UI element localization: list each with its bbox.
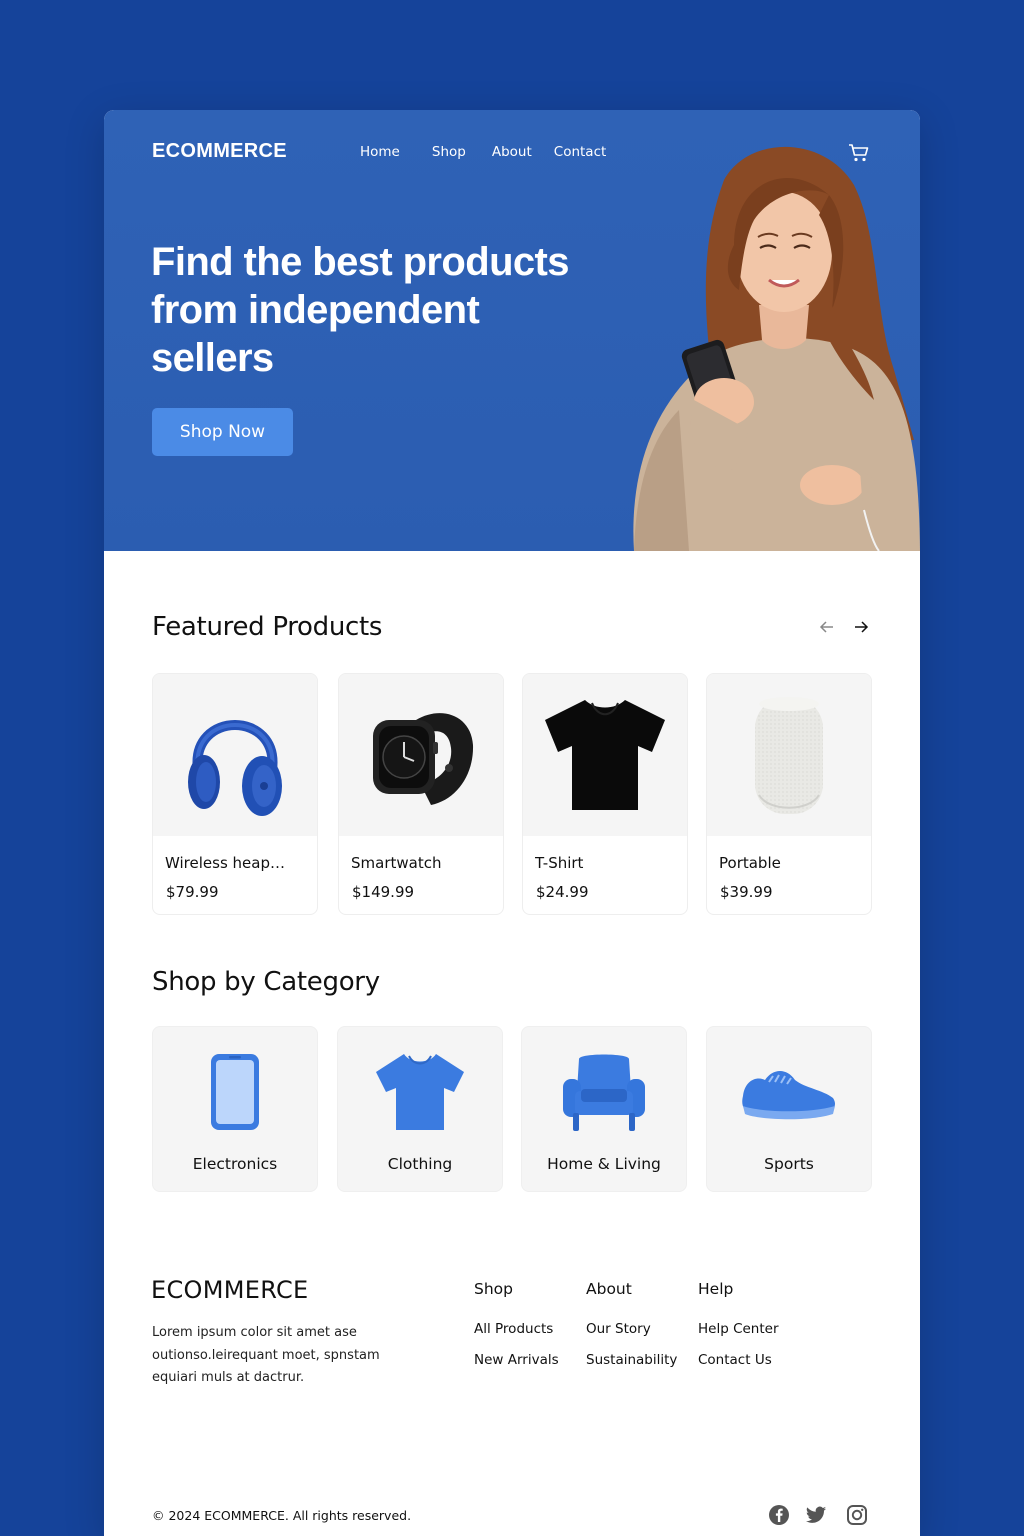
product-price: $24.99 [536, 883, 589, 901]
category-list: Electronics Clothing Home & Living Sport… [152, 1026, 872, 1192]
hero-section: ECOMMERCE Home Shop About Contact Find t… [104, 110, 920, 551]
arrow-left-icon[interactable] [818, 618, 836, 636]
product-thumbnail [523, 674, 687, 836]
footer-link-contact-us[interactable]: Contact Us [698, 1352, 779, 1368]
carousel-arrows [818, 618, 870, 636]
product-card[interactable]: Wireless heapho... $79.99 [152, 673, 318, 915]
arrow-right-icon[interactable] [852, 618, 870, 636]
sneaker-icon [707, 1047, 871, 1137]
footer-column-help: Help Help Center Contact Us [698, 1280, 779, 1383]
footer-description: Lorem ipsum color sit amet ase outionso.… [152, 1325, 380, 1385]
product-thumbnail [153, 674, 317, 836]
footer-column-shop: Shop All Products New Arrivals [474, 1280, 559, 1383]
product-card[interactable]: Smartwatch $149.99 [338, 673, 504, 915]
facebook-icon[interactable] [768, 1504, 790, 1526]
tshirt-image [545, 700, 665, 810]
product-thumbnail [339, 674, 503, 836]
page-card: ECOMMERCE Home Shop About Contact Find t… [104, 110, 920, 1536]
shop-now-button[interactable]: Shop Now [152, 408, 293, 456]
product-name: Smartwatch [351, 854, 442, 872]
speaker-image [755, 697, 823, 814]
category-clothing[interactable]: Clothing [337, 1026, 503, 1192]
twitter-icon[interactable] [805, 1504, 827, 1526]
headphones-image [188, 720, 282, 816]
armchair-icon [522, 1047, 686, 1137]
category-electronics[interactable]: Electronics [152, 1026, 318, 1192]
product-price: $39.99 [720, 883, 773, 901]
product-name: Portable [719, 854, 781, 872]
copyright-text: © 2024 ECOMMERCE. All rights reserved. [152, 1508, 412, 1523]
smartwatch-image [373, 713, 474, 805]
category-home-living[interactable]: Home & Living [521, 1026, 687, 1192]
nav-shop[interactable]: Shop [432, 144, 466, 160]
product-price: $79.99 [166, 883, 219, 901]
product-thumbnail [707, 674, 871, 836]
footer-link-new-arrivals[interactable]: New Arrivals [474, 1352, 559, 1368]
category-label: Sports [764, 1155, 814, 1173]
footer-link-our-story[interactable]: Our Story [586, 1321, 677, 1337]
footer-heading: About [586, 1280, 632, 1298]
hero-headline: Find the best products from independent … [151, 240, 570, 380]
footer-heading: Shop [474, 1280, 513, 1298]
product-card[interactable]: Portable $39.99 [706, 673, 872, 915]
category-title: Shop by Category [152, 967, 380, 997]
product-list: Wireless heapho... $79.99 Smartwatch $14… [152, 673, 872, 915]
product-card[interactable]: T-Shirt $24.99 [522, 673, 688, 915]
phone-icon [153, 1047, 317, 1137]
category-label: Clothing [387, 1155, 453, 1173]
footer-column-about: About Our Story Sustainability [586, 1280, 677, 1383]
category-sports[interactable]: Sports [706, 1026, 872, 1192]
footer-heading: Help [698, 1280, 734, 1298]
hero-person-image [633, 146, 920, 551]
footer-link-help-center[interactable]: Help Center [698, 1321, 779, 1337]
nav-about[interactable]: About [492, 144, 532, 160]
footer-link-sustainability[interactable]: Sustainability [586, 1352, 677, 1368]
shirt-icon [338, 1047, 502, 1137]
product-name: T-Shirt [535, 854, 584, 872]
brand-logo[interactable]: ECOMMERCE [152, 140, 287, 163]
footer-link-all-products[interactable]: All Products [474, 1321, 559, 1337]
category-label: Electronics [192, 1155, 278, 1173]
footer-brand[interactable]: ECOMMERCE [151, 1276, 309, 1304]
product-price: $149.99 [352, 883, 415, 901]
featured-title: Featured Products [152, 612, 383, 642]
nav-home[interactable]: Home [360, 144, 400, 160]
product-name: Wireless heapho... [165, 854, 293, 872]
instagram-icon[interactable] [846, 1504, 868, 1526]
category-label: Home & Living [547, 1155, 661, 1173]
